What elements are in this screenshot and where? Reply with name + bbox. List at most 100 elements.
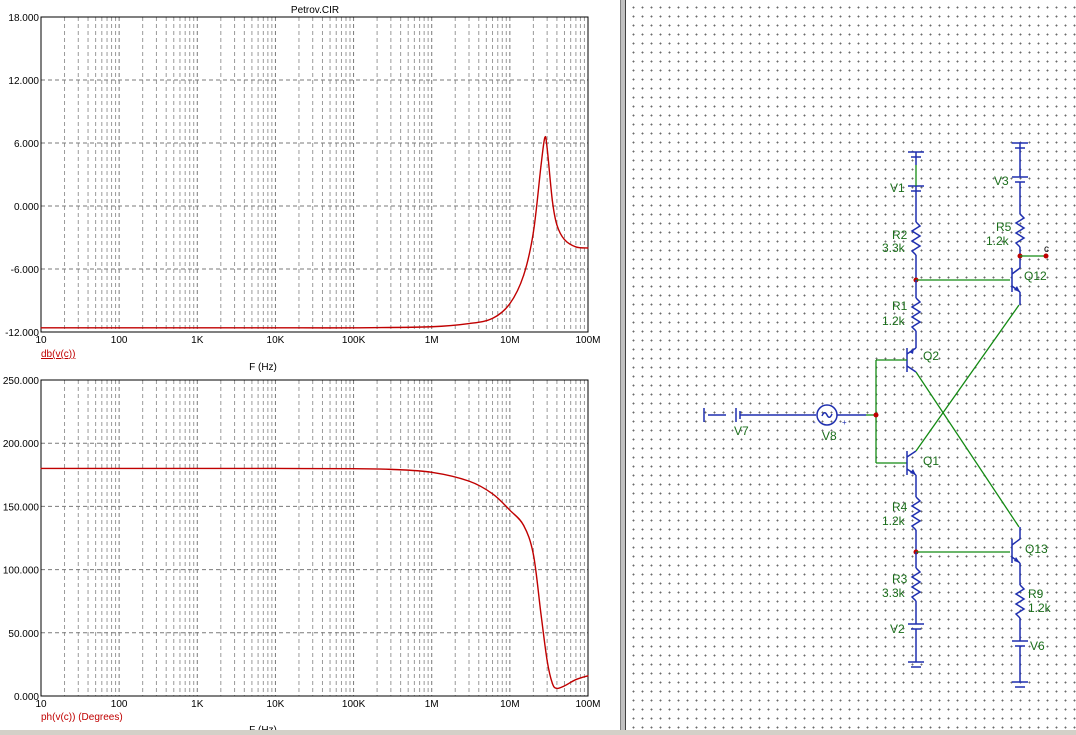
- y-tick-label: 100.000: [3, 566, 40, 577]
- data-point: [352, 327, 355, 329]
- r9-value: 1.2k: [1028, 601, 1052, 615]
- y-tick-label: 12.000: [8, 76, 39, 87]
- data-point: [551, 682, 553, 684]
- phase-series-label: ph(v(c)) (Degrees): [41, 712, 123, 723]
- phase-chart[interactable]: 10 100 1K 10K 100K 1M 10M 100M250.000200.000150…: [3, 376, 601, 710]
- data-point: [196, 467, 198, 470]
- v6-label: V6: [1030, 639, 1045, 653]
- r9-resistor[interactable]: [1014, 584, 1026, 619]
- y-tick-label: -12.000: [5, 328, 39, 339]
- data-point: [587, 675, 589, 677]
- data-point: [274, 327, 277, 329]
- data-point: [575, 678, 577, 681]
- data-point: [563, 685, 566, 687]
- data-point: [551, 200, 553, 202]
- r4-label: R4: [892, 500, 908, 514]
- r2-resistor[interactable]: [910, 221, 922, 256]
- data-point: [491, 317, 494, 319]
- x-tick-label: 100: [111, 699, 128, 710]
- data-point: [544, 137, 546, 139]
- data-point: [563, 239, 566, 241]
- data-point: [532, 231, 534, 233]
- x-axis-label-top: F (Hz): [249, 362, 277, 373]
- x-tick-label: 100K: [342, 699, 366, 710]
- v8-ac-source[interactable]: - +: [813, 404, 866, 427]
- r1-value: 1.2k: [882, 314, 906, 328]
- schematic-svg: V1 R2 3.3k R1 1.2k Q2 V7 - + V8 Q1 R4 1.…: [703, 142, 1052, 688]
- data-point: [468, 323, 470, 325]
- data-point: [575, 246, 577, 248]
- x-tick-label: 1M: [425, 335, 439, 346]
- r3-label: R3: [892, 572, 908, 586]
- v1-label: V1: [890, 181, 905, 195]
- y-tick-label: 0.000: [14, 202, 39, 213]
- data-point: [468, 480, 470, 482]
- y-tick-label: 50.000: [8, 629, 39, 640]
- q13-transistor[interactable]: [1011, 527, 1021, 585]
- r5-label: R5: [996, 220, 1012, 234]
- v8-label: V8: [822, 429, 837, 443]
- v2-label: V2: [890, 622, 905, 636]
- x-tick-label: 10M: [500, 699, 519, 710]
- q13-label: Q13: [1025, 542, 1048, 556]
- data-point: [274, 467, 277, 470]
- plot-title: Petrov.CIR: [291, 5, 339, 16]
- q1-label: Q1: [923, 454, 939, 468]
- y-tick-label: 6.000: [14, 139, 39, 150]
- v2-battery[interactable]: [908, 623, 924, 668]
- x-tick-label: 1K: [191, 335, 204, 346]
- data-point: [491, 493, 494, 495]
- v7-label: V7: [734, 424, 749, 438]
- r5-value: 1.2k: [986, 234, 1010, 248]
- q12-transistor[interactable]: [1011, 267, 1021, 305]
- v3-battery[interactable]: [1012, 142, 1028, 214]
- data-point: [556, 224, 558, 226]
- x-tick-label: 100M: [575, 699, 600, 710]
- q2-label: Q2: [923, 349, 939, 363]
- q1-transistor[interactable]: [906, 450, 917, 476]
- r4-value: 1.2k: [882, 514, 906, 528]
- data-point: [118, 327, 120, 329]
- schematic-pane[interactable]: V1 R2 3.3k R1 1.2k Q2 V7 - + V8 Q1 R4 1.…: [626, 0, 1076, 730]
- svg-text:-: -: [813, 418, 816, 427]
- v7-battery[interactable]: [703, 408, 816, 422]
- r2-label: R2: [892, 228, 908, 242]
- y-tick-label: 200.000: [3, 439, 40, 450]
- y-tick-label: 18.000: [8, 13, 39, 24]
- plot-svg: Petrov.CIR 10 100 1K 10K 100K 1M 10M 100M18.000…: [3, 5, 601, 735]
- x-tick-label: 10M: [500, 335, 519, 346]
- x-tick-label: 100K: [342, 335, 366, 346]
- r5-resistor[interactable]: [1014, 213, 1026, 248]
- input-node-dot: [873, 412, 879, 418]
- data-point: [523, 274, 525, 276]
- q12-label: Q12: [1024, 269, 1047, 283]
- data-point: [390, 468, 392, 470]
- x-tick-label: 10K: [267, 335, 285, 346]
- magnitude-chart[interactable]: 10 100 1K 10K 100K 1M 10M 100M18.00012.0006.000…: [5, 13, 600, 346]
- data-point: [540, 613, 542, 615]
- data-point: [587, 247, 589, 249]
- r3-value: 3.3k: [882, 586, 906, 600]
- data-point: [431, 471, 433, 473]
- x-tick-label: 10K: [267, 699, 285, 710]
- x-axis-label-bottom: F (Hz): [249, 725, 277, 730]
- y-tick-label: 0.000: [14, 692, 39, 703]
- plot-pane[interactable]: Petrov.CIR 10 100 1K 10K 100K 1M 10M 100M 18.000…: [0, 0, 620, 735]
- data-point: [532, 553, 534, 556]
- y-tick-label: 250.000: [3, 376, 40, 387]
- data-point: [509, 303, 511, 305]
- magnitude-series-label: db(v(c)): [41, 349, 75, 360]
- data-point: [352, 468, 355, 470]
- r9-label: R9: [1028, 587, 1044, 601]
- r4-resistor[interactable]: [910, 496, 922, 531]
- x-tick-label: 100M: [575, 335, 600, 346]
- data-point: [40, 327, 42, 329]
- x-tick-label: 100: [111, 335, 128, 346]
- v6-battery[interactable]: [1012, 640, 1028, 688]
- x-tick-label: 1K: [191, 699, 204, 710]
- r1-resistor[interactable]: [910, 297, 922, 332]
- data-point: [118, 467, 120, 470]
- data-point: [509, 509, 511, 511]
- q2-transistor[interactable]: [906, 347, 917, 373]
- r3-resistor[interactable]: [910, 567, 922, 602]
